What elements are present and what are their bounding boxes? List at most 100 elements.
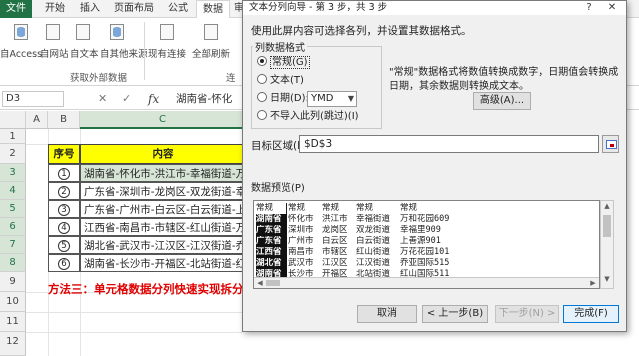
refresh-icon — [204, 24, 218, 40]
preview-cell: 龙岗区 — [322, 225, 348, 235]
preview-cell: 深圳市 — [288, 225, 314, 235]
formula-content[interactable]: 湖南省-怀化 — [176, 91, 232, 107]
tab-data[interactable]: 数据 — [196, 0, 230, 19]
radio-general[interactable]: 常规(G) — [257, 56, 310, 70]
column-header-b[interactable]: B — [48, 111, 80, 129]
tab-page-layout[interactable]: 页面布局 — [108, 0, 160, 18]
column-header-a[interactable]: A — [26, 111, 48, 129]
table-cell-num[interactable]: 3 — [48, 200, 80, 218]
row-header[interactable]: 10 — [0, 292, 26, 312]
format-note: "常规"数据格式将数值转换成数字，日期值会转换成日期，其余数据则转换成文本。 — [389, 67, 619, 92]
radio-text[interactable]: 文本(T) — [257, 74, 304, 88]
data-preview[interactable]: 常规 常规 常规 常规 常规 湖南省 怀化市 洪江市 幸福街道 万和花园609 … — [253, 200, 600, 289]
row-header[interactable]: 7 — [0, 236, 26, 254]
destination-input[interactable]: $D$3 — [299, 135, 599, 153]
row-header[interactable]: 5 — [0, 200, 26, 218]
table-cell-content[interactable]: 广东省-深圳市-龙岗区-双龙街道-幸福里909 — [80, 182, 246, 200]
preview-cell: 市辖区 — [322, 247, 348, 257]
preview-cell: 万花花园101 — [400, 247, 450, 257]
row-header[interactable]: 4 — [0, 182, 26, 200]
preview-cell: 洪江市 — [322, 214, 348, 224]
row-header[interactable]: 8 — [0, 254, 26, 272]
table-cell-content[interactable]: 湖南省-长沙市-开福区-北站街道-红山国际511 — [80, 254, 246, 272]
row-header[interactable]: 12 — [0, 332, 26, 356]
table-cell-content[interactable]: 江西省-南昌市-市辖区-红山街道-万花花园101 — [80, 218, 246, 236]
table-cell-num[interactable]: 1 — [48, 164, 80, 182]
table-header-content[interactable]: 内容 — [80, 144, 246, 164]
row-header[interactable]: 1 — [0, 129, 26, 144]
preview-cell: 武汉市 — [288, 258, 314, 268]
scrollbar-thumb[interactable] — [266, 280, 280, 286]
from-other-sources-label: 自其他来源 — [100, 49, 148, 60]
confirm-icon[interactable]: ✓ — [122, 91, 131, 107]
row-header[interactable]: 3 — [0, 164, 26, 182]
name-box[interactable]: D3 — [2, 91, 64, 107]
radio-date[interactable]: 日期(D): — [257, 92, 309, 106]
scroll-up-icon[interactable]: ▲ — [601, 202, 613, 210]
preview-col-format[interactable]: 常规 — [288, 203, 321, 214]
web-icon — [46, 24, 60, 40]
radio-empty-icon — [257, 74, 267, 84]
radio-selected-icon — [257, 56, 267, 66]
table-cell-content[interactable]: 湖北省-武汉市-江汉区-江汉街道-乔亚国际515 — [80, 236, 246, 254]
advanced-button[interactable]: 高级(A)... — [473, 92, 531, 110]
preview-cell: 南昌市 — [288, 247, 314, 257]
preview-cell: 万和花园609 — [400, 214, 450, 224]
insert-function-icon[interactable]: fx — [148, 91, 159, 107]
preview-cell: 白云街道 — [356, 236, 391, 246]
select-all-corner[interactable] — [0, 111, 26, 129]
scroll-right-icon[interactable]: ▶ — [587, 278, 599, 288]
row-header[interactable]: 6 — [0, 218, 26, 236]
tab-home[interactable]: 开始 — [38, 0, 72, 18]
table-cell-num[interactable]: 6 — [48, 254, 80, 272]
tab-insert[interactable]: 插入 — [74, 0, 106, 18]
cancel-icon[interactable]: ✕ — [98, 91, 107, 107]
row-header[interactable]: 11 — [0, 312, 26, 332]
collapse-dialog-icon[interactable] — [602, 135, 619, 153]
back-button[interactable]: < 上一步(B) — [422, 305, 488, 323]
radio-general-label: 常规(G) — [270, 56, 310, 69]
cancel-button[interactable]: 取消 — [357, 305, 417, 323]
table-cell-content[interactable]: 湖南省-怀化市-洪江市-幸福街道-万和花园609 — [80, 164, 246, 182]
circled-number: 5 — [58, 240, 70, 252]
dialog-description: 使用此屏内容可选择各列，并设置其数据格式。 — [251, 25, 472, 37]
next-button[interactable]: 下一步(N) > — [495, 305, 559, 323]
finish-button[interactable]: 完成(F) — [563, 305, 619, 323]
scroll-left-icon[interactable]: ◀ — [254, 278, 266, 288]
preview-cell: 江西省 — [256, 247, 287, 258]
grid-line — [26, 312, 242, 313]
table-cell-num[interactable]: 2 — [48, 182, 80, 200]
column-header-c[interactable]: C — [80, 111, 246, 129]
from-text-label: 自文本 — [70, 49, 99, 60]
grid-line — [26, 332, 242, 333]
row-header[interactable]: 2 — [0, 144, 26, 164]
table-cell-content[interactable]: 广东省-广州市-白云区-白云街道-上善源901 — [80, 200, 246, 218]
table-header-num[interactable]: 序号 — [48, 144, 80, 164]
scrollbar-thumb[interactable] — [603, 215, 611, 237]
help-icon[interactable]: ? — [579, 1, 599, 15]
radio-date-label: 日期(D): — [270, 93, 309, 104]
date-format-select[interactable]: YMD ▼ — [307, 91, 357, 107]
access-icon — [14, 24, 28, 40]
preview-vertical-scrollbar[interactable]: ▲ ▼ — [600, 200, 614, 289]
preview-col-format[interactable]: 常规 — [256, 203, 287, 214]
radio-skip-column[interactable]: 不导入此列(跳过)(I) — [257, 110, 359, 124]
row-header[interactable]: 9 — [0, 272, 26, 292]
table-cell-num[interactable]: 4 — [48, 218, 80, 236]
preview-cell: 上善源901 — [400, 236, 441, 246]
close-icon[interactable]: ✕ — [601, 1, 623, 15]
circled-number: 3 — [58, 204, 70, 216]
preview-horizontal-scrollbar[interactable]: ◀ ▶ — [254, 277, 599, 288]
table-cell-num[interactable]: 5 — [48, 236, 80, 254]
preview-col-format[interactable]: 常规 — [322, 203, 355, 214]
radio-skip-label: 不导入此列(跳过)(I) — [270, 111, 359, 122]
circled-number: 6 — [58, 258, 70, 270]
preview-col-format[interactable]: 常规 — [356, 203, 399, 214]
radio-empty-icon — [257, 110, 267, 120]
tab-formulas[interactable]: 公式 — [162, 0, 194, 18]
dialog-titlebar[interactable]: 文本分列向导 - 第 3 步，共 3 步 ? ✕ — [243, 1, 626, 15]
preview-col-format[interactable]: 常规 — [400, 203, 470, 214]
tab-file[interactable]: 文件 — [0, 0, 32, 18]
scroll-down-icon[interactable]: ▼ — [601, 275, 613, 283]
group-label-external-data: 获取外部数据 — [70, 73, 128, 84]
